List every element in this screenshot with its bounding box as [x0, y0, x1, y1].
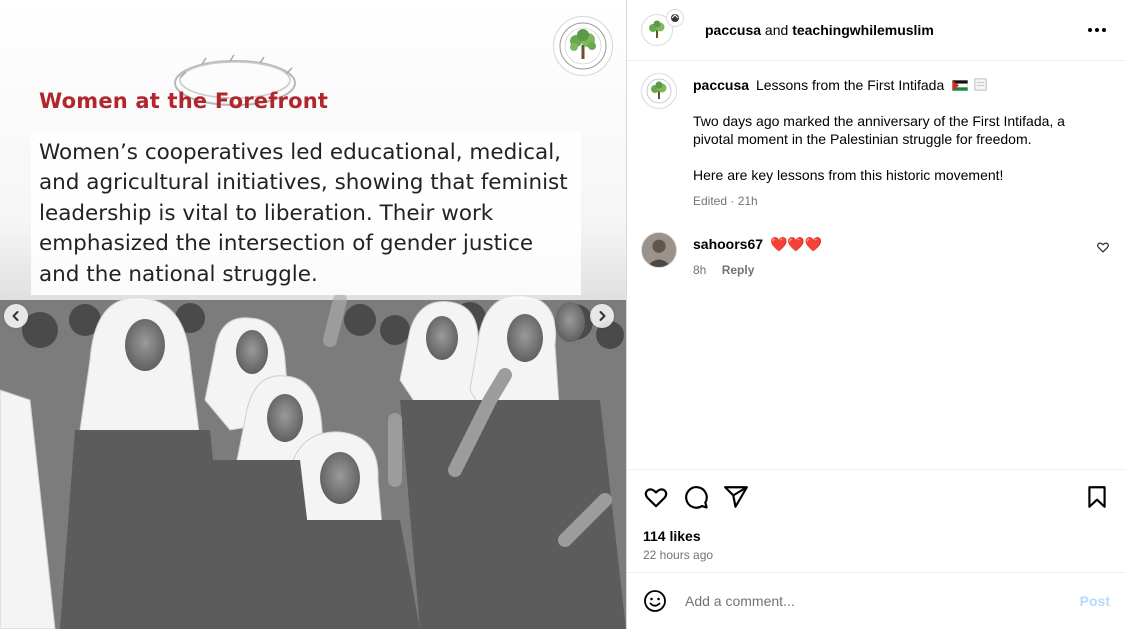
post-header: paccusa and teachingwhilemuslim	[627, 0, 1126, 61]
post-sidebar: paccusa and teachingwhilemuslim paccusa …	[626, 0, 1126, 629]
post-timestamp[interactable]: 22 hours ago	[643, 548, 1110, 562]
post-authors: paccusa and teachingwhilemuslim	[705, 22, 934, 38]
comment-meta: 8h Reply	[693, 261, 1093, 279]
post-actions: 114 likes 22 hours ago	[627, 469, 1126, 572]
caption-paragraph-2: Here are key lessons from this historic …	[693, 167, 1004, 183]
post-media[interactable]: Women at the Forefront Women’s cooperati…	[0, 0, 626, 629]
author-avatar[interactable]	[641, 9, 684, 46]
commenter-avatar[interactable]	[641, 232, 677, 268]
olive-tree-logo-icon	[553, 16, 613, 76]
more-horizontal-icon	[1088, 28, 1092, 32]
action-bar	[643, 482, 1110, 512]
comment-icon[interactable]	[683, 484, 709, 510]
caption-title: Lessons from the First Intifada	[755, 77, 945, 93]
authors-connector: and	[761, 22, 793, 38]
chevron-right-icon	[599, 311, 606, 321]
olive-tree-logo-icon	[649, 20, 665, 38]
carousel-next-button[interactable]	[590, 304, 614, 328]
comment-input[interactable]	[683, 592, 1080, 610]
post-caption: paccusa Lessons from the First Intifada	[641, 73, 1110, 210]
caption-paragraph-1: Two days ago marked the anniversary of t…	[693, 113, 1065, 147]
more-options-button[interactable]	[1086, 20, 1108, 40]
comment-body: sahoors67 ❤️❤️❤️ 8h Reply	[693, 232, 1093, 279]
bookmark-icon[interactable]	[1084, 484, 1110, 510]
author-username[interactable]: paccusa	[705, 22, 761, 38]
share-icon[interactable]	[723, 484, 749, 510]
collaborator-logo-icon	[671, 14, 679, 22]
caption-body: paccusa Lessons from the First Intifada	[693, 73, 1093, 210]
heart-icon[interactable]	[643, 484, 669, 510]
comment-time: 8h	[693, 263, 707, 277]
carousel-prev-button[interactable]	[4, 304, 28, 328]
smiley-icon[interactable]	[643, 589, 667, 613]
comments-section[interactable]: paccusa Lessons from the First Intifada	[627, 61, 1126, 469]
heart-outline-icon[interactable]	[1096, 240, 1110, 254]
collaborator-avatar[interactable]	[666, 9, 684, 27]
reply-button[interactable]: Reply	[722, 263, 755, 277]
add-comment-bar: Post	[627, 572, 1126, 629]
user-photo-icon	[642, 233, 676, 267]
like-count[interactable]: 114 likes	[643, 528, 1110, 544]
comment-item: sahoors67 ❤️❤️❤️ 8h Reply	[641, 232, 1110, 279]
post-comment-button[interactable]: Post	[1080, 593, 1110, 609]
caption-username[interactable]: paccusa	[693, 77, 749, 93]
collaborator-username[interactable]: teachingwhilemuslim	[792, 22, 934, 38]
caption-meta: Edited · 21h	[693, 194, 758, 208]
slide-body-text: Women’s cooperatives led educational, me…	[31, 132, 581, 295]
scroll-icon	[974, 78, 987, 91]
palestine-flag-icon	[952, 80, 969, 91]
olive-tree-logo-icon	[646, 78, 672, 104]
chevron-left-icon	[12, 311, 19, 321]
slide-title: Women at the Forefront	[39, 89, 329, 113]
comment-text: ❤️❤️❤️	[769, 236, 823, 252]
instagram-post: Women at the Forefront Women’s cooperati…	[0, 0, 1126, 629]
caption-avatar[interactable]	[641, 73, 677, 109]
commenter-username[interactable]: sahoors67	[693, 236, 763, 252]
